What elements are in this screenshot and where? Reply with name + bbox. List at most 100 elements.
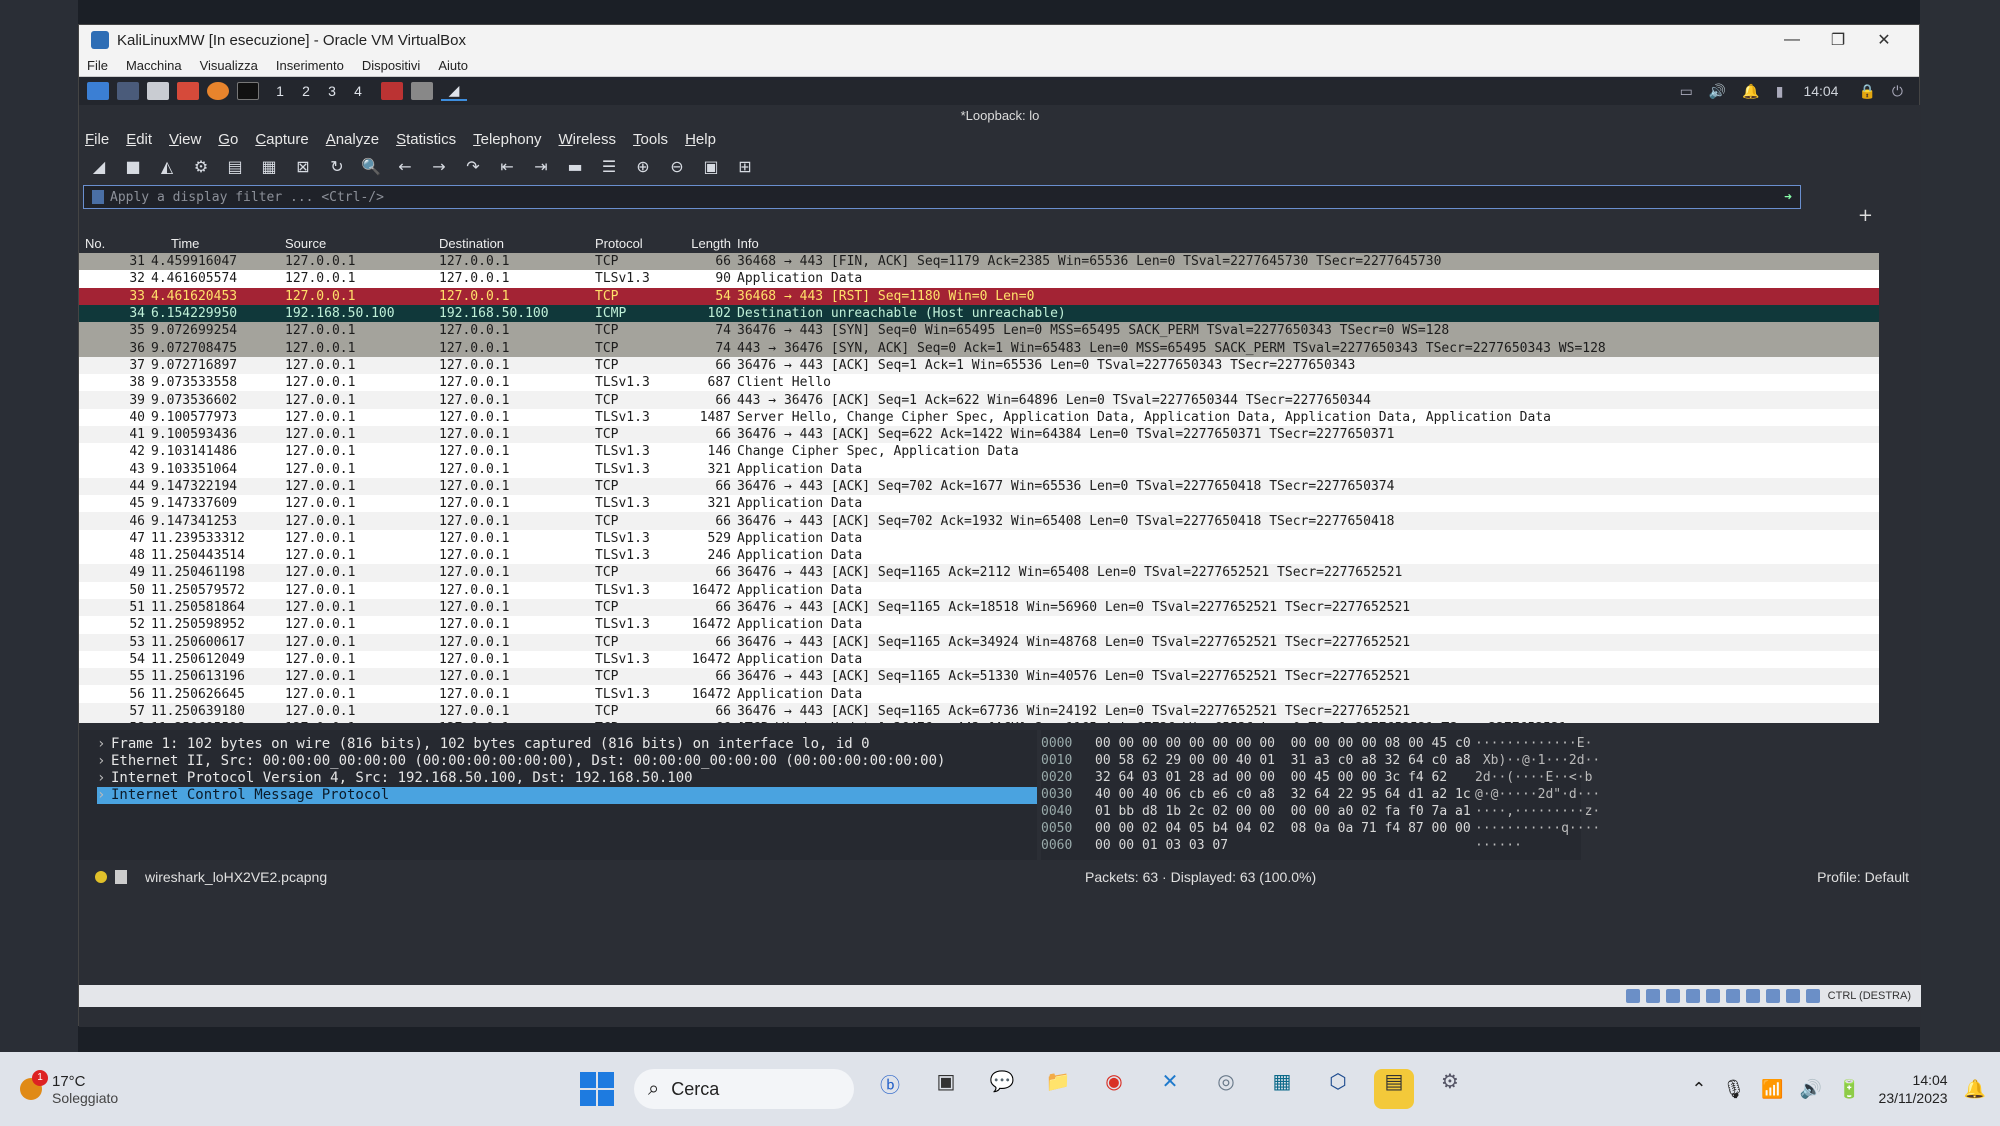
vbox-menu-file[interactable]: File — [87, 58, 108, 73]
packet-row[interactable]: 52 11.250598952 127.0.0.1 127.0.0.1 TLSv1.3 1… — [79, 616, 1879, 634]
workspace-1[interactable]: 1 — [267, 83, 293, 99]
vbox-menu-devices[interactable]: Dispositivi — [362, 58, 421, 73]
notification-icon[interactable]: 🔔 — [1742, 83, 1759, 100]
detail-icmp[interactable]: › Internet Control Message Protocol — [97, 787, 1037, 804]
packet-row[interactable]: 39 9.073536602 127.0.0.1 127.0.0.1 TCP 66 443 … — [79, 391, 1879, 409]
audio-icon[interactable] — [1665, 989, 1680, 1003]
packet-row[interactable]: 47 11.239533312 127.0.0.1 127.0.0.1 TLSv1.3 5… — [79, 529, 1879, 548]
vbox-menu-input[interactable]: Inserimento — [276, 58, 344, 73]
packet-row[interactable]: 43 9.103351064 127.0.0.1 127.0.0.1 TLSv1.3 32… — [79, 460, 1879, 478]
menu-file[interactable]: File — [85, 131, 109, 148]
firefox-icon[interactable] — [207, 82, 229, 100]
packet-row[interactable]: 41 9.100593436 127.0.0.1 127.0.0.1 TCP 66 3647… — [79, 425, 1879, 444]
taskbar-search[interactable]: ⌕ Cerca — [634, 1069, 854, 1109]
battery-icon[interactable]: 🔋 — [1838, 1079, 1860, 1100]
packet-row[interactable]: 57 11.250639180 127.0.0.1 127.0.0.1 TCP 66 364… — [79, 702, 1879, 721]
column-protocol[interactable]: Protocol — [595, 236, 685, 251]
reload-file-icon[interactable]: ↻ — [325, 156, 349, 178]
find-packet-icon[interactable]: 🔍 — [359, 156, 383, 178]
bytes-row[interactable]: 0040 01 bb d8 1b 2c 02 00 00 00 00 a0 02 … — [1041, 804, 1600, 821]
packet-row[interactable]: 49 11.250461198 127.0.0.1 127.0.0.1 TCP 66 364… — [79, 564, 1879, 582]
menu-capture[interactable]: Capture — [255, 131, 308, 148]
desktop-icon[interactable] — [117, 82, 139, 100]
network-icon[interactable] — [1685, 989, 1700, 1003]
kali-menu-icon[interactable] — [87, 82, 109, 100]
wireshark-taskbar-icon[interactable]: ◢ — [441, 82, 467, 101]
expand-arrow-icon[interactable]: › — [97, 787, 111, 803]
file-explorer-icon[interactable]: 📁 — [1038, 1069, 1078, 1109]
add-filter-button-icon[interactable]: + — [1858, 205, 1873, 226]
chevron-up-icon[interactable]: ⌃ — [1691, 1079, 1706, 1100]
chat-icon[interactable]: 💬 — [982, 1069, 1022, 1109]
recording-icon[interactable] — [1765, 989, 1780, 1003]
packet-row[interactable]: 37 9.072716897 127.0.0.1 127.0.0.1 TCP 66 3647… — [79, 356, 1879, 375]
packet-row[interactable]: 40 9.100577973 127.0.0.1 127.0.0.1 TLSv1.3 14… — [79, 408, 1879, 426]
files-icon[interactable] — [147, 82, 169, 100]
bytes-row[interactable]: 0050 00 00 02 04 05 b4 04 02 08 0a 0a 71 … — [1041, 821, 1600, 838]
capture-file-icon[interactable] — [115, 870, 127, 884]
bytes-row[interactable]: 0060 00 00 01 03 03 07 ······ — [1041, 838, 1581, 855]
menu-tools[interactable]: Tools — [633, 131, 668, 148]
restart-capture-icon[interactable]: ◭ — [155, 156, 179, 178]
close-file-icon[interactable]: ⊠ — [291, 156, 315, 178]
vscode-icon[interactable]: ✕ — [1150, 1069, 1190, 1109]
packet-row[interactable]: 45 9.147337609 127.0.0.1 127.0.0.1 TLSv1.3 32… — [79, 495, 1879, 513]
bytes-row[interactable]: 0010 00 58 62 29 00 00 40 01 31 a3 c0 a8 … — [1041, 753, 1600, 770]
capture-options-icon[interactable]: ⚙ — [189, 156, 213, 178]
packet-row[interactable]: 44 9.147322194 127.0.0.1 127.0.0.1 TCP 66 3647… — [79, 477, 1879, 496]
start-button[interactable] — [580, 1072, 614, 1106]
autoscroll-icon[interactable]: ▬ — [563, 156, 587, 178]
packet-row[interactable]: 32 4.461605574 127.0.0.1 127.0.0.1 TLSv1.3 90… — [79, 270, 1879, 288]
menu-go[interactable]: Go — [218, 131, 238, 148]
packet-row[interactable]: 50 11.250579572 127.0.0.1 127.0.0.1 TLSv1.3 1… — [79, 581, 1879, 599]
packet-row[interactable]: 42 9.103141486 127.0.0.1 127.0.0.1 TLSv1.3 14… — [79, 443, 1879, 461]
column-no[interactable]: No. — [79, 236, 151, 251]
go-to-packet-icon[interactable]: ↷ — [461, 156, 485, 178]
app-icon-red[interactable] — [381, 82, 403, 100]
detail-ipv4[interactable]: › Internet Protocol Version 4, Src: 192.1… — [97, 770, 1037, 787]
packet-row[interactable]: 38 9.073533558 127.0.0.1 127.0.0.1 TLSv1.3 68… — [79, 374, 1879, 392]
go-back-icon[interactable]: ← — [393, 156, 417, 178]
display-icon[interactable] — [1745, 989, 1760, 1003]
chrome-icon[interactable]: ◉ — [1094, 1069, 1134, 1109]
column-info[interactable]: Info — [737, 236, 1879, 251]
bytes-row[interactable]: 0000 00 00 00 00 00 00 00 00 00 00 00 00 … — [1041, 736, 1592, 753]
expert-info-icon[interactable] — [95, 871, 107, 883]
packet-row[interactable]: 31 4.459916047 127.0.0.1 127.0.0.1 TCP 66 3646… — [79, 253, 1879, 271]
app-icon-gray[interactable] — [411, 82, 433, 100]
packet-row[interactable]: 33 4.461620453 127.0.0.1 127.0.0.1 TCP 54 3646… — [79, 287, 1879, 305]
column-time[interactable]: Time — [151, 236, 273, 251]
virtualbox-taskbar-icon[interactable]: ⬡ — [1318, 1069, 1358, 1109]
weather-widget[interactable]: 1 17°C Soleggiato — [0, 1070, 540, 1106]
expand-arrow-icon[interactable]: › — [97, 753, 111, 769]
packet-row[interactable]: 54 11.250612049 127.0.0.1 127.0.0.1 TLSv1.3 1… — [79, 650, 1879, 669]
packet-row[interactable]: 35 9.072699254 127.0.0.1 127.0.0.1 TCP 74 3647… — [79, 322, 1879, 340]
jetbrains-icon[interactable]: ▤ — [1374, 1069, 1414, 1109]
close-icon[interactable]: ✕ — [1861, 30, 1907, 50]
packet-row[interactable]: 53 11.250600617 127.0.0.1 127.0.0.1 TCP 66 364… — [79, 633, 1879, 651]
packet-row[interactable]: 46 9.147341253 127.0.0.1 127.0.0.1 TCP 66 3647… — [79, 512, 1879, 530]
usb-icon[interactable] — [1705, 989, 1720, 1003]
packet-row[interactable]: 48 11.250443514 127.0.0.1 127.0.0.1 TLSv1.3 2… — [79, 547, 1879, 565]
packet-row[interactable]: 56 11.250626645 127.0.0.1 127.0.0.1 TLSv1.3 1… — [79, 685, 1879, 703]
bytes-row[interactable]: 0030 40 00 40 06 cb e6 c0 a8 32 64 22 95 … — [1041, 787, 1600, 804]
power-icon[interactable]: ⏻ — [1892, 83, 1903, 100]
filter-bookmark-icon[interactable] — [92, 190, 104, 204]
menu-view[interactable]: View — [169, 131, 201, 148]
bytes-row[interactable]: 0020 32 64 03 01 28 ad 00 00 00 45 00 00 … — [1041, 770, 1592, 787]
minimize-icon[interactable]: — — [1769, 31, 1815, 49]
column-length[interactable]: Length — [685, 236, 737, 251]
vbox-menu-help[interactable]: Aiuto — [438, 58, 468, 73]
colorize-icon[interactable]: ☰ — [597, 156, 621, 178]
terminal-app-icon[interactable]: ▦ — [1262, 1069, 1302, 1109]
zoom-in-icon[interactable]: ⊕ — [631, 156, 655, 178]
wifi-icon[interactable]: 📶 — [1761, 1079, 1783, 1100]
workspace-3[interactable]: 3 — [319, 83, 345, 99]
shared-folder-icon[interactable] — [1725, 989, 1740, 1003]
save-file-icon[interactable]: ▦ — [257, 156, 281, 178]
zoom-out-icon[interactable]: ⊖ — [665, 156, 689, 178]
terminal-icon[interactable] — [237, 82, 259, 100]
expand-arrow-icon[interactable]: › — [97, 770, 111, 786]
packet-row[interactable]: 5811.250695598127.0.0.1127.0.0.1TCP66[TC… — [79, 720, 1879, 723]
bing-icon[interactable]: ⓑ — [870, 1069, 910, 1109]
